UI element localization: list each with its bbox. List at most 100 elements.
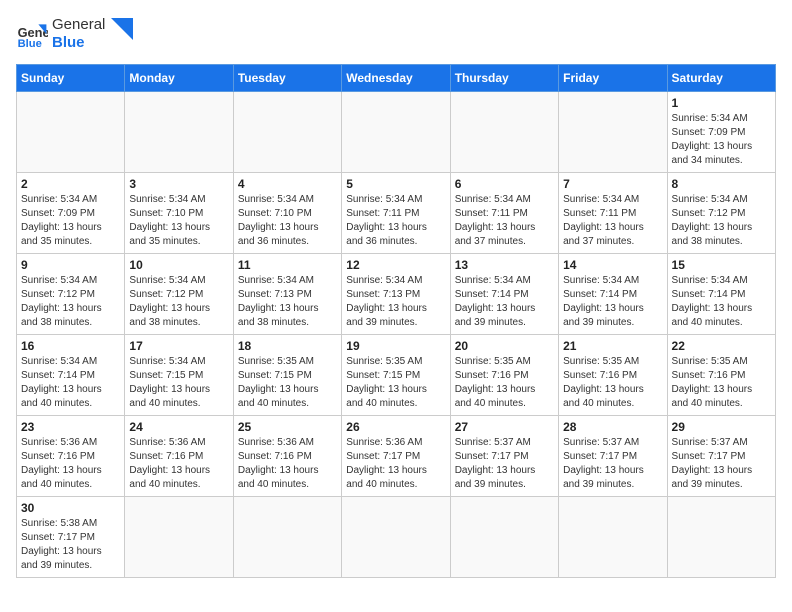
day-number: 10 bbox=[129, 258, 228, 272]
day-number: 22 bbox=[672, 339, 771, 353]
calendar-cell: 13 Sunrise: 5:34 AMSunset: 7:14 PMDaylig… bbox=[450, 254, 558, 335]
day-info: Sunrise: 5:34 AMSunset: 7:12 PMDaylight:… bbox=[21, 274, 120, 330]
day-info: Sunrise: 5:37 AMSunset: 7:17 PMDaylight:… bbox=[672, 436, 771, 492]
day-number: 26 bbox=[346, 420, 445, 434]
calendar-cell: 18 Sunrise: 5:35 AMSunset: 7:15 PMDaylig… bbox=[233, 335, 341, 416]
calendar-cell bbox=[125, 497, 233, 578]
day-info: Sunrise: 5:34 AMSunset: 7:15 PMDaylight:… bbox=[129, 355, 228, 411]
day-number: 24 bbox=[129, 420, 228, 434]
calendar-cell: 16 Sunrise: 5:34 AMSunset: 7:14 PMDaylig… bbox=[17, 335, 125, 416]
day-number: 20 bbox=[455, 339, 554, 353]
calendar-cell: 10 Sunrise: 5:34 AMSunset: 7:12 PMDaylig… bbox=[125, 254, 233, 335]
day-number: 8 bbox=[672, 177, 771, 191]
day-info: Sunrise: 5:35 AMSunset: 7:16 PMDaylight:… bbox=[455, 355, 554, 411]
logo-blue: Blue bbox=[52, 34, 105, 52]
calendar-cell: 6 Sunrise: 5:34 AMSunset: 7:11 PMDayligh… bbox=[450, 173, 558, 254]
calendar-cell: 4 Sunrise: 5:34 AMSunset: 7:10 PMDayligh… bbox=[233, 173, 341, 254]
calendar-cell: 17 Sunrise: 5:34 AMSunset: 7:15 PMDaylig… bbox=[125, 335, 233, 416]
day-info: Sunrise: 5:36 AMSunset: 7:16 PMDaylight:… bbox=[21, 436, 120, 492]
day-number: 16 bbox=[21, 339, 120, 353]
calendar-cell: 23 Sunrise: 5:36 AMSunset: 7:16 PMDaylig… bbox=[17, 416, 125, 497]
calendar-cell: 1 Sunrise: 5:34 AMSunset: 7:09 PMDayligh… bbox=[667, 92, 775, 173]
calendar-cell: 28 Sunrise: 5:37 AMSunset: 7:17 PMDaylig… bbox=[559, 416, 667, 497]
calendar-cell: 19 Sunrise: 5:35 AMSunset: 7:15 PMDaylig… bbox=[342, 335, 450, 416]
day-info: Sunrise: 5:36 AMSunset: 7:16 PMDaylight:… bbox=[129, 436, 228, 492]
calendar-week-row: 9 Sunrise: 5:34 AMSunset: 7:12 PMDayligh… bbox=[17, 254, 776, 335]
calendar-week-row: 16 Sunrise: 5:34 AMSunset: 7:14 PMDaylig… bbox=[17, 335, 776, 416]
svg-text:Blue: Blue bbox=[18, 38, 42, 50]
calendar-cell: 29 Sunrise: 5:37 AMSunset: 7:17 PMDaylig… bbox=[667, 416, 775, 497]
day-number: 6 bbox=[455, 177, 554, 191]
calendar-cell bbox=[233, 92, 341, 173]
calendar-cell: 15 Sunrise: 5:34 AMSunset: 7:14 PMDaylig… bbox=[667, 254, 775, 335]
calendar-cell bbox=[450, 497, 558, 578]
day-number: 11 bbox=[238, 258, 337, 272]
calendar-cell: 8 Sunrise: 5:34 AMSunset: 7:12 PMDayligh… bbox=[667, 173, 775, 254]
calendar-cell bbox=[559, 92, 667, 173]
day-number: 9 bbox=[21, 258, 120, 272]
day-info: Sunrise: 5:34 AMSunset: 7:11 PMDaylight:… bbox=[346, 193, 445, 249]
calendar-cell bbox=[342, 497, 450, 578]
calendar-cell: 9 Sunrise: 5:34 AMSunset: 7:12 PMDayligh… bbox=[17, 254, 125, 335]
calendar-cell: 20 Sunrise: 5:35 AMSunset: 7:16 PMDaylig… bbox=[450, 335, 558, 416]
weekday-header-friday: Friday bbox=[559, 65, 667, 92]
calendar-cell: 2 Sunrise: 5:34 AMSunset: 7:09 PMDayligh… bbox=[17, 173, 125, 254]
day-info: Sunrise: 5:34 AMSunset: 7:09 PMDaylight:… bbox=[21, 193, 120, 249]
calendar-cell bbox=[342, 92, 450, 173]
calendar-cell: 12 Sunrise: 5:34 AMSunset: 7:13 PMDaylig… bbox=[342, 254, 450, 335]
day-number: 19 bbox=[346, 339, 445, 353]
calendar-week-row: 23 Sunrise: 5:36 AMSunset: 7:16 PMDaylig… bbox=[17, 416, 776, 497]
day-info: Sunrise: 5:34 AMSunset: 7:14 PMDaylight:… bbox=[563, 274, 662, 330]
day-info: Sunrise: 5:34 AMSunset: 7:11 PMDaylight:… bbox=[455, 193, 554, 249]
day-number: 7 bbox=[563, 177, 662, 191]
logo-icon: General Blue bbox=[16, 18, 48, 50]
day-info: Sunrise: 5:34 AMSunset: 7:11 PMDaylight:… bbox=[563, 193, 662, 249]
day-info: Sunrise: 5:34 AMSunset: 7:12 PMDaylight:… bbox=[672, 193, 771, 249]
day-info: Sunrise: 5:34 AMSunset: 7:14 PMDaylight:… bbox=[672, 274, 771, 330]
day-number: 28 bbox=[563, 420, 662, 434]
day-info: Sunrise: 5:36 AMSunset: 7:16 PMDaylight:… bbox=[238, 436, 337, 492]
logo-triangle-icon bbox=[111, 18, 133, 40]
day-info: Sunrise: 5:34 AMSunset: 7:10 PMDaylight:… bbox=[238, 193, 337, 249]
day-info: Sunrise: 5:35 AMSunset: 7:15 PMDaylight:… bbox=[346, 355, 445, 411]
day-info: Sunrise: 5:38 AMSunset: 7:17 PMDaylight:… bbox=[21, 517, 120, 573]
day-info: Sunrise: 5:34 AMSunset: 7:12 PMDaylight:… bbox=[129, 274, 228, 330]
day-info: Sunrise: 5:37 AMSunset: 7:17 PMDaylight:… bbox=[563, 436, 662, 492]
calendar-cell: 3 Sunrise: 5:34 AMSunset: 7:10 PMDayligh… bbox=[125, 173, 233, 254]
day-info: Sunrise: 5:34 AMSunset: 7:13 PMDaylight:… bbox=[238, 274, 337, 330]
weekday-header-tuesday: Tuesday bbox=[233, 65, 341, 92]
calendar-cell: 26 Sunrise: 5:36 AMSunset: 7:17 PMDaylig… bbox=[342, 416, 450, 497]
calendar-table: SundayMondayTuesdayWednesdayThursdayFrid… bbox=[16, 64, 776, 578]
day-number: 17 bbox=[129, 339, 228, 353]
day-info: Sunrise: 5:34 AMSunset: 7:14 PMDaylight:… bbox=[21, 355, 120, 411]
day-number: 2 bbox=[21, 177, 120, 191]
day-info: Sunrise: 5:35 AMSunset: 7:15 PMDaylight:… bbox=[238, 355, 337, 411]
day-number: 27 bbox=[455, 420, 554, 434]
day-number: 21 bbox=[563, 339, 662, 353]
day-info: Sunrise: 5:35 AMSunset: 7:16 PMDaylight:… bbox=[563, 355, 662, 411]
weekday-header-saturday: Saturday bbox=[667, 65, 775, 92]
day-number: 5 bbox=[346, 177, 445, 191]
logo: General Blue General Blue bbox=[16, 16, 133, 52]
logo-general: General bbox=[52, 16, 105, 34]
weekday-header-thursday: Thursday bbox=[450, 65, 558, 92]
calendar-cell: 5 Sunrise: 5:34 AMSunset: 7:11 PMDayligh… bbox=[342, 173, 450, 254]
calendar-cell: 24 Sunrise: 5:36 AMSunset: 7:16 PMDaylig… bbox=[125, 416, 233, 497]
weekday-header-monday: Monday bbox=[125, 65, 233, 92]
day-number: 3 bbox=[129, 177, 228, 191]
calendar-cell bbox=[450, 92, 558, 173]
day-number: 18 bbox=[238, 339, 337, 353]
day-number: 4 bbox=[238, 177, 337, 191]
day-number: 1 bbox=[672, 96, 771, 110]
calendar-cell: 30 Sunrise: 5:38 AMSunset: 7:17 PMDaylig… bbox=[17, 497, 125, 578]
day-info: Sunrise: 5:34 AMSunset: 7:10 PMDaylight:… bbox=[129, 193, 228, 249]
calendar-cell bbox=[17, 92, 125, 173]
calendar-cell: 27 Sunrise: 5:37 AMSunset: 7:17 PMDaylig… bbox=[450, 416, 558, 497]
calendar-cell bbox=[125, 92, 233, 173]
day-info: Sunrise: 5:34 AMSunset: 7:13 PMDaylight:… bbox=[346, 274, 445, 330]
calendar-week-row: 30 Sunrise: 5:38 AMSunset: 7:17 PMDaylig… bbox=[17, 497, 776, 578]
day-info: Sunrise: 5:34 AMSunset: 7:09 PMDaylight:… bbox=[672, 112, 771, 168]
calendar-cell: 22 Sunrise: 5:35 AMSunset: 7:16 PMDaylig… bbox=[667, 335, 775, 416]
day-number: 23 bbox=[21, 420, 120, 434]
calendar-cell: 14 Sunrise: 5:34 AMSunset: 7:14 PMDaylig… bbox=[559, 254, 667, 335]
